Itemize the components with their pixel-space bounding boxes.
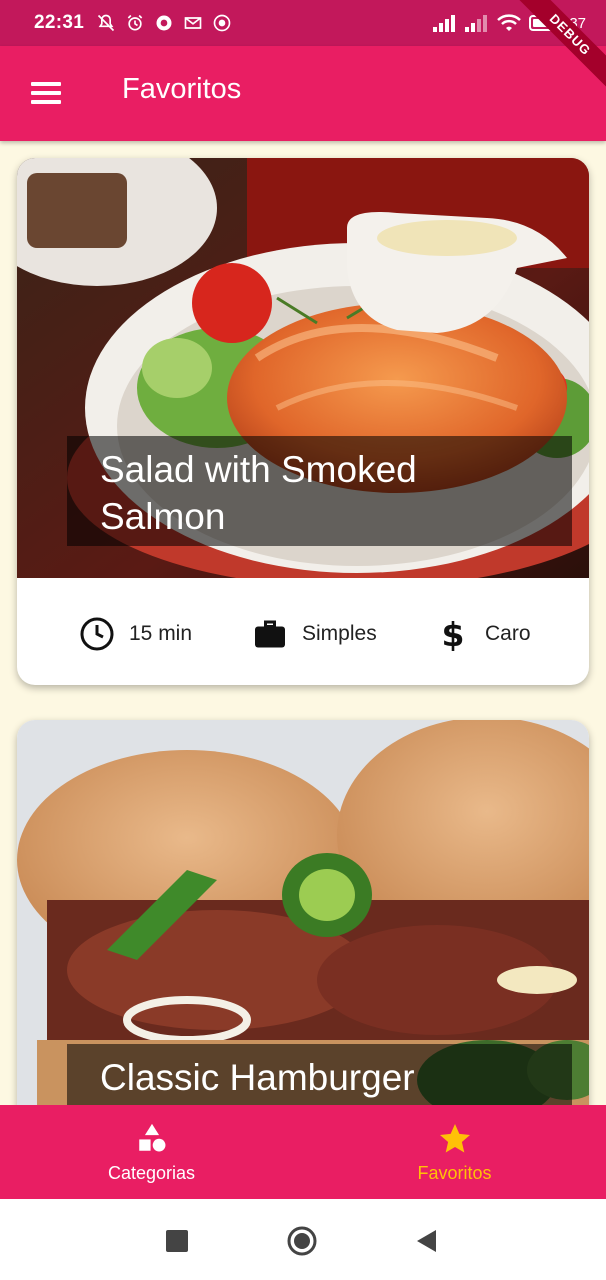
recents-icon[interactable]	[166, 1230, 188, 1252]
meal-card[interactable]: Classic Hamburger	[17, 720, 589, 1105]
home-icon[interactable]	[286, 1225, 318, 1257]
nav-label-favoritos: Favoritos	[417, 1163, 492, 1183]
system-navigation-bar	[0, 1199, 606, 1280]
meal-title: Salad with Smoked Salmon	[67, 436, 572, 546]
meal-image: Salad with Smoked Salmon	[17, 158, 589, 578]
meal-image: Classic Hamburger	[17, 720, 589, 1105]
clock-icon	[80, 617, 114, 651]
alarm-icon	[127, 14, 143, 31]
signal-icon	[433, 15, 456, 32]
bottom-navigation: Categorias Favoritos	[0, 1105, 606, 1199]
menu-button[interactable]	[28, 76, 66, 110]
cost-label: Caro	[485, 622, 531, 645]
cost-info: $ Caro	[435, 616, 531, 652]
nav-categorias[interactable]: Categorias	[0, 1105, 303, 1199]
notifications-off-icon	[98, 14, 115, 32]
recording-icon	[213, 14, 231, 32]
complexity-info: Simples	[252, 616, 377, 652]
nav-label-categorias: Categorias	[107, 1163, 196, 1183]
category-icon	[138, 1123, 165, 1152]
favorites-list: Salad with Smoked Salmon 15 min Simples …	[0, 141, 606, 1105]
duration-label: 15 min	[129, 622, 193, 645]
status-time: 22:31	[34, 12, 85, 33]
svg-text:$: $	[442, 616, 465, 652]
meal-card[interactable]: Salad with Smoked Salmon 15 min Simples …	[17, 158, 589, 685]
app-notification-icon	[156, 15, 172, 31]
status-bar: 22:31 37	[0, 0, 606, 46]
briefcase-icon	[255, 620, 285, 648]
duration-info: 15 min	[79, 616, 192, 652]
meal-title: Classic Hamburger	[67, 1044, 572, 1105]
app-bar: Favoritos	[0, 46, 606, 141]
back-icon[interactable]	[414, 1228, 438, 1254]
complexity-label: Simples	[302, 622, 377, 645]
gmail-icon	[184, 17, 202, 29]
page-title: Favoritos	[122, 73, 242, 105]
dollar-icon: $	[442, 616, 465, 652]
wifi-icon	[497, 14, 522, 31]
meal-info-row: 15 min Simples $ Caro	[17, 578, 589, 685]
menu-icon	[31, 82, 61, 86]
signal-2-icon	[465, 15, 488, 32]
star-icon	[439, 1124, 470, 1153]
nav-favoritos[interactable]: Favoritos	[303, 1105, 606, 1199]
